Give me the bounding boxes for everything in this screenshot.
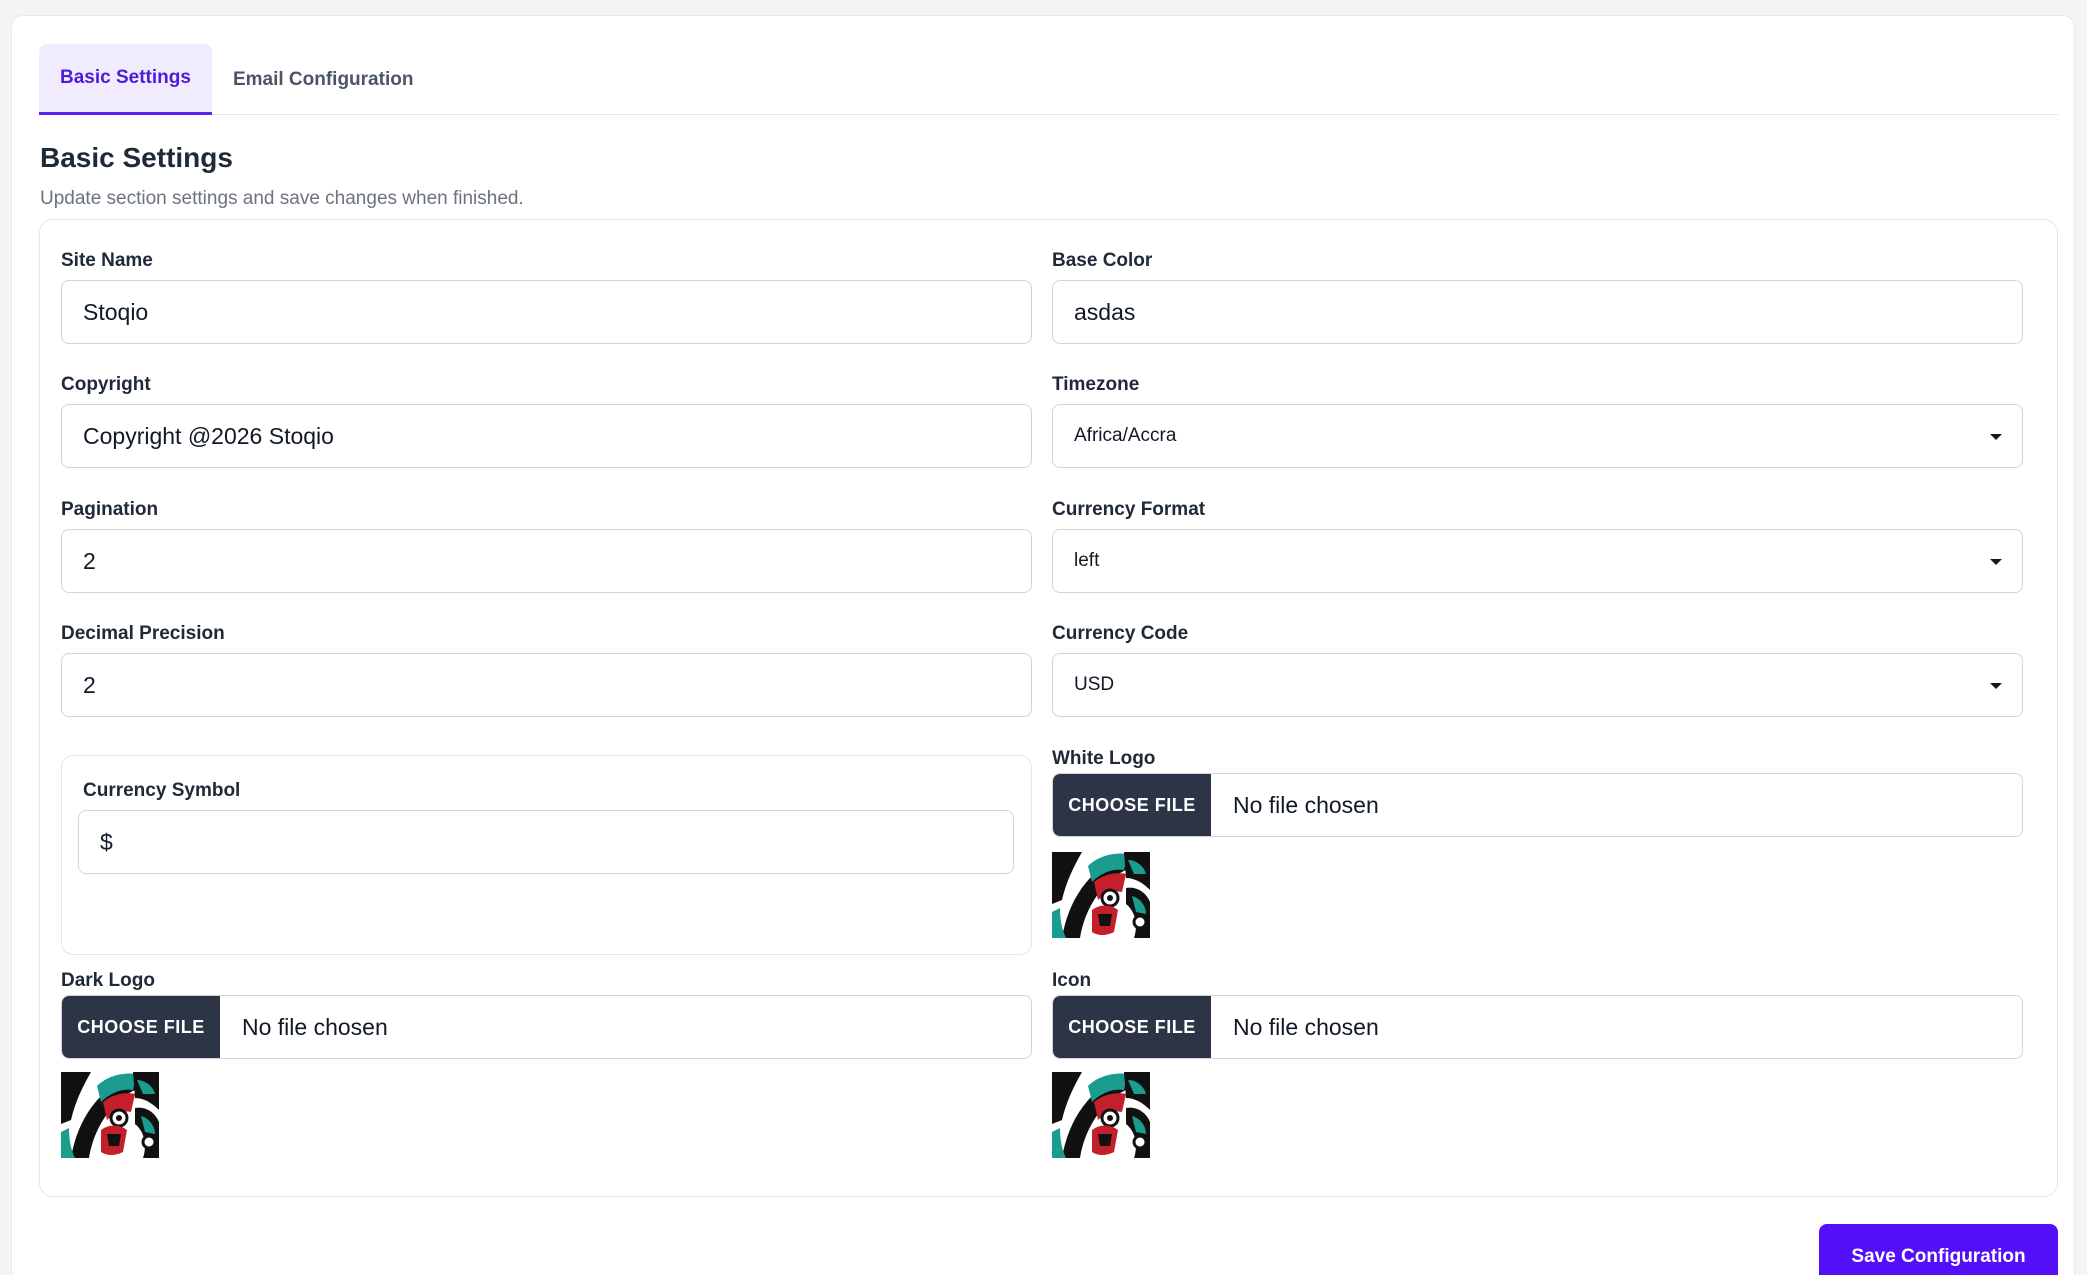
base-color-input[interactable]: asdas xyxy=(1052,280,2023,344)
timezone-field: Timezone Africa/Accra xyxy=(1052,374,2023,468)
timezone-label: Timezone xyxy=(1052,374,1140,395)
decimal-precision-value: 2 xyxy=(83,671,96,698)
base-color-label: Base Color xyxy=(1052,250,1153,271)
site-name-label: Site Name xyxy=(61,250,153,271)
copyright-label: Copyright xyxy=(61,374,151,395)
chevron-down-icon xyxy=(1990,559,2002,565)
icon-file-input[interactable]: CHOOSE FILE No file chosen xyxy=(1052,995,2023,1059)
white-logo-label: White Logo xyxy=(1052,748,1156,769)
copyright-input[interactable]: Copyright @2026 Stoqio xyxy=(61,404,1032,468)
dark-logo-field: Dark Logo CHOOSE FILE No file chosen xyxy=(61,970,1032,1170)
currency-code-select[interactable]: USD xyxy=(1052,653,2023,717)
settings-card: Basic Settings Email Configuration Basic… xyxy=(11,15,2075,1275)
tab-email-configuration[interactable]: Email Configuration xyxy=(212,44,435,115)
timezone-select[interactable]: Africa/Accra xyxy=(1052,404,2023,468)
white-logo-file-input[interactable]: CHOOSE FILE No file chosen xyxy=(1052,773,2023,837)
section-description: Update section settings and save changes… xyxy=(40,188,524,209)
currency-format-label: Currency Format xyxy=(1052,499,1206,520)
pagination-input[interactable]: 2 xyxy=(61,529,1032,593)
pagination-field: Pagination 2 xyxy=(61,499,1032,593)
copyright-value: Copyright @2026 Stoqio xyxy=(83,422,334,449)
logo-image-icon xyxy=(61,1072,159,1158)
white-logo-choose-file-button[interactable]: CHOOSE FILE xyxy=(1053,774,1211,836)
currency-code-field: Currency Code USD xyxy=(1052,623,2023,717)
decimal-precision-input[interactable]: 2 xyxy=(61,653,1032,717)
white-logo-preview xyxy=(1052,852,1150,938)
currency-symbol-value: $ xyxy=(100,828,113,855)
pagination-value: 2 xyxy=(83,547,96,574)
currency-format-field: Currency Format left xyxy=(1052,499,2023,593)
currency-symbol-box: Currency Symbol $ xyxy=(61,755,1032,955)
decimal-precision-label: Decimal Precision xyxy=(61,623,225,644)
chevron-down-icon xyxy=(1990,683,2002,689)
dark-logo-file-input[interactable]: CHOOSE FILE No file chosen xyxy=(61,995,1032,1059)
settings-form-panel: Site Name Stoqio Base Color asdas Copyri… xyxy=(39,219,2058,1197)
dark-logo-label: Dark Logo xyxy=(61,970,155,991)
base-color-value: asdas xyxy=(1074,298,1136,325)
copyright-field: Copyright Copyright @2026 Stoqio xyxy=(61,374,1032,468)
site-name-value: Stoqio xyxy=(83,298,149,325)
white-logo-file-status: No file chosen xyxy=(1233,791,1379,818)
decimal-precision-field: Decimal Precision 2 xyxy=(61,623,1032,717)
currency-code-value: USD xyxy=(1074,674,1115,695)
dark-logo-choose-file-button[interactable]: CHOOSE FILE xyxy=(62,996,220,1058)
logo-image-icon xyxy=(1052,1072,1150,1158)
white-logo-field: White Logo CHOOSE FILE No file chosen xyxy=(1052,748,2023,948)
currency-symbol-label: Currency Symbol xyxy=(83,780,241,801)
currency-code-label: Currency Code xyxy=(1052,623,1189,644)
tab-basic-settings[interactable]: Basic Settings xyxy=(39,44,212,115)
icon-label: Icon xyxy=(1052,970,1092,991)
chevron-down-icon xyxy=(1990,434,2002,440)
pagination-label: Pagination xyxy=(61,499,159,520)
icon-preview xyxy=(1052,1072,1150,1158)
logo-image-icon xyxy=(1052,852,1150,938)
icon-choose-file-button[interactable]: CHOOSE FILE xyxy=(1053,996,1211,1058)
base-color-field: Base Color asdas xyxy=(1052,250,2023,344)
icon-field: Icon CHOOSE FILE No file chosen xyxy=(1052,970,2023,1170)
section-title: Basic Settings xyxy=(40,142,233,173)
icon-file-status: No file chosen xyxy=(1233,1013,1379,1040)
currency-symbol-input[interactable]: $ xyxy=(78,810,1014,874)
timezone-value: Africa/Accra xyxy=(1074,425,1177,446)
save-configuration-button[interactable]: Save Configuration xyxy=(1819,1224,2058,1275)
site-name-field: Site Name Stoqio xyxy=(61,250,1032,344)
dark-logo-preview xyxy=(61,1072,159,1158)
currency-symbol-field: Currency Symbol $ xyxy=(78,780,1014,874)
currency-format-value: left xyxy=(1074,550,1100,571)
dark-logo-file-status: No file chosen xyxy=(242,1013,388,1040)
tab-bar: Basic Settings Email Configuration xyxy=(39,44,2058,115)
currency-format-select[interactable]: left xyxy=(1052,529,2023,593)
site-name-input[interactable]: Stoqio xyxy=(61,280,1032,344)
